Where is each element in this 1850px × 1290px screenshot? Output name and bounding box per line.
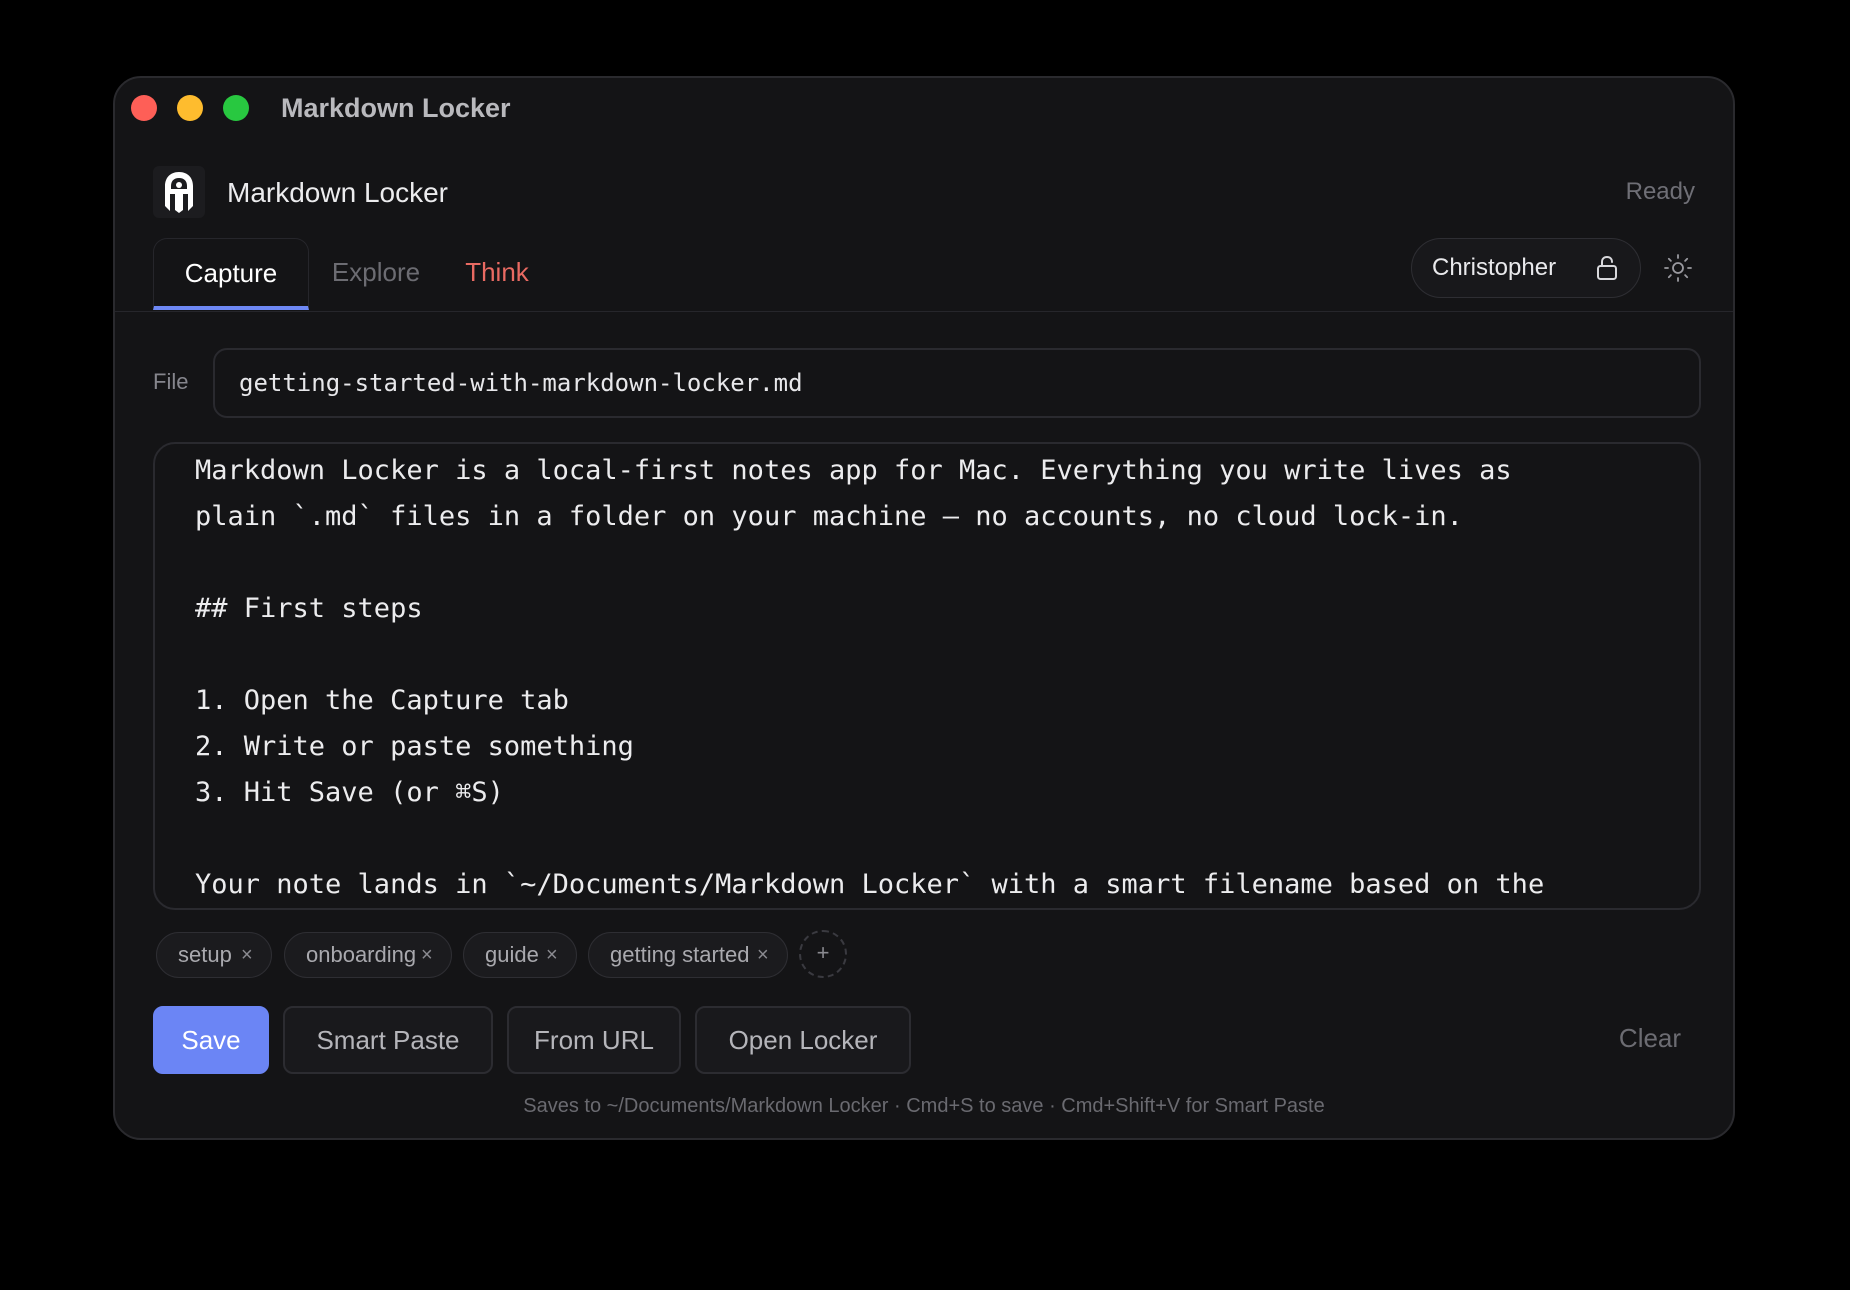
tag-chip: getting started × <box>588 932 788 978</box>
minimize-window-button[interactable] <box>177 95 203 121</box>
markdown-editor[interactable]: Markdown Locker is a local-first notes a… <box>153 442 1701 910</box>
tag-chip: onboarding × <box>284 932 452 978</box>
remove-tag-icon[interactable]: × <box>421 933 433 977</box>
app-window: Markdown Locker Markdown Locker Ready Ca… <box>113 76 1735 1140</box>
tag-chip: setup × <box>156 932 272 978</box>
tab-capture[interactable]: Capture <box>153 238 309 310</box>
from-url-button[interactable]: From URL <box>507 1006 681 1074</box>
tag-label: guide <box>485 942 539 967</box>
smart-paste-button[interactable]: Smart Paste <box>283 1006 493 1074</box>
tag-chip: guide × <box>463 932 577 978</box>
lock-icon <box>1596 255 1618 281</box>
tag-label: onboarding <box>306 942 417 967</box>
save-button[interactable]: Save <box>153 1006 269 1074</box>
clear-button[interactable]: Clear <box>1595 1006 1705 1074</box>
filename-input[interactable] <box>213 348 1701 418</box>
zoom-window-button[interactable] <box>223 95 249 121</box>
remove-tag-icon[interactable]: × <box>757 933 769 977</box>
locker-logo-icon <box>153 166 205 218</box>
theme-toggle-sun-icon[interactable] <box>1663 253 1693 283</box>
status-indicator: Ready <box>1625 178 1695 205</box>
remove-tag-icon[interactable]: × <box>546 933 558 977</box>
close-window-button[interactable] <box>131 95 157 121</box>
open-locker-button[interactable]: Open Locker <box>695 1006 911 1074</box>
add-tag-button[interactable]: + <box>799 930 847 978</box>
tag-label: getting started <box>610 942 750 967</box>
user-lock-button[interactable]: Christopher <box>1411 238 1641 298</box>
window-title: Markdown Locker <box>281 93 511 123</box>
remove-tag-icon[interactable]: × <box>241 933 253 977</box>
tag-label: setup <box>178 942 232 967</box>
tab-explore[interactable]: Explore <box>321 238 431 310</box>
title-bar[interactable]: Markdown Locker <box>115 78 1733 138</box>
app-name: Markdown Locker <box>227 177 448 208</box>
tab-think[interactable]: Think <box>447 238 547 310</box>
header-divider <box>115 311 1733 312</box>
footer-hint: Saves to ~/Documents/Markdown Locker · C… <box>523 1095 1325 1117</box>
user-name: Christopher <box>1432 254 1557 281</box>
file-label: File <box>153 369 189 394</box>
